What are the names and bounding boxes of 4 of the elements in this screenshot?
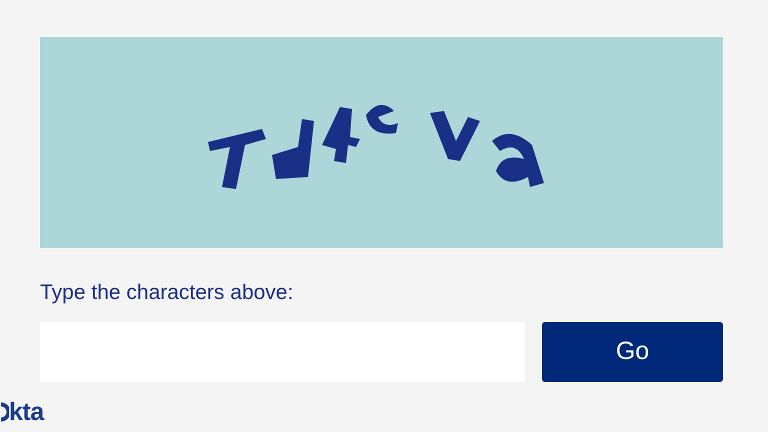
logo: kta: [9, 398, 44, 426]
field-label: Type the characters above:: [40, 280, 294, 306]
logo-ring-icon: [0, 402, 9, 422]
go-button[interactable]: Go: [542, 322, 723, 382]
